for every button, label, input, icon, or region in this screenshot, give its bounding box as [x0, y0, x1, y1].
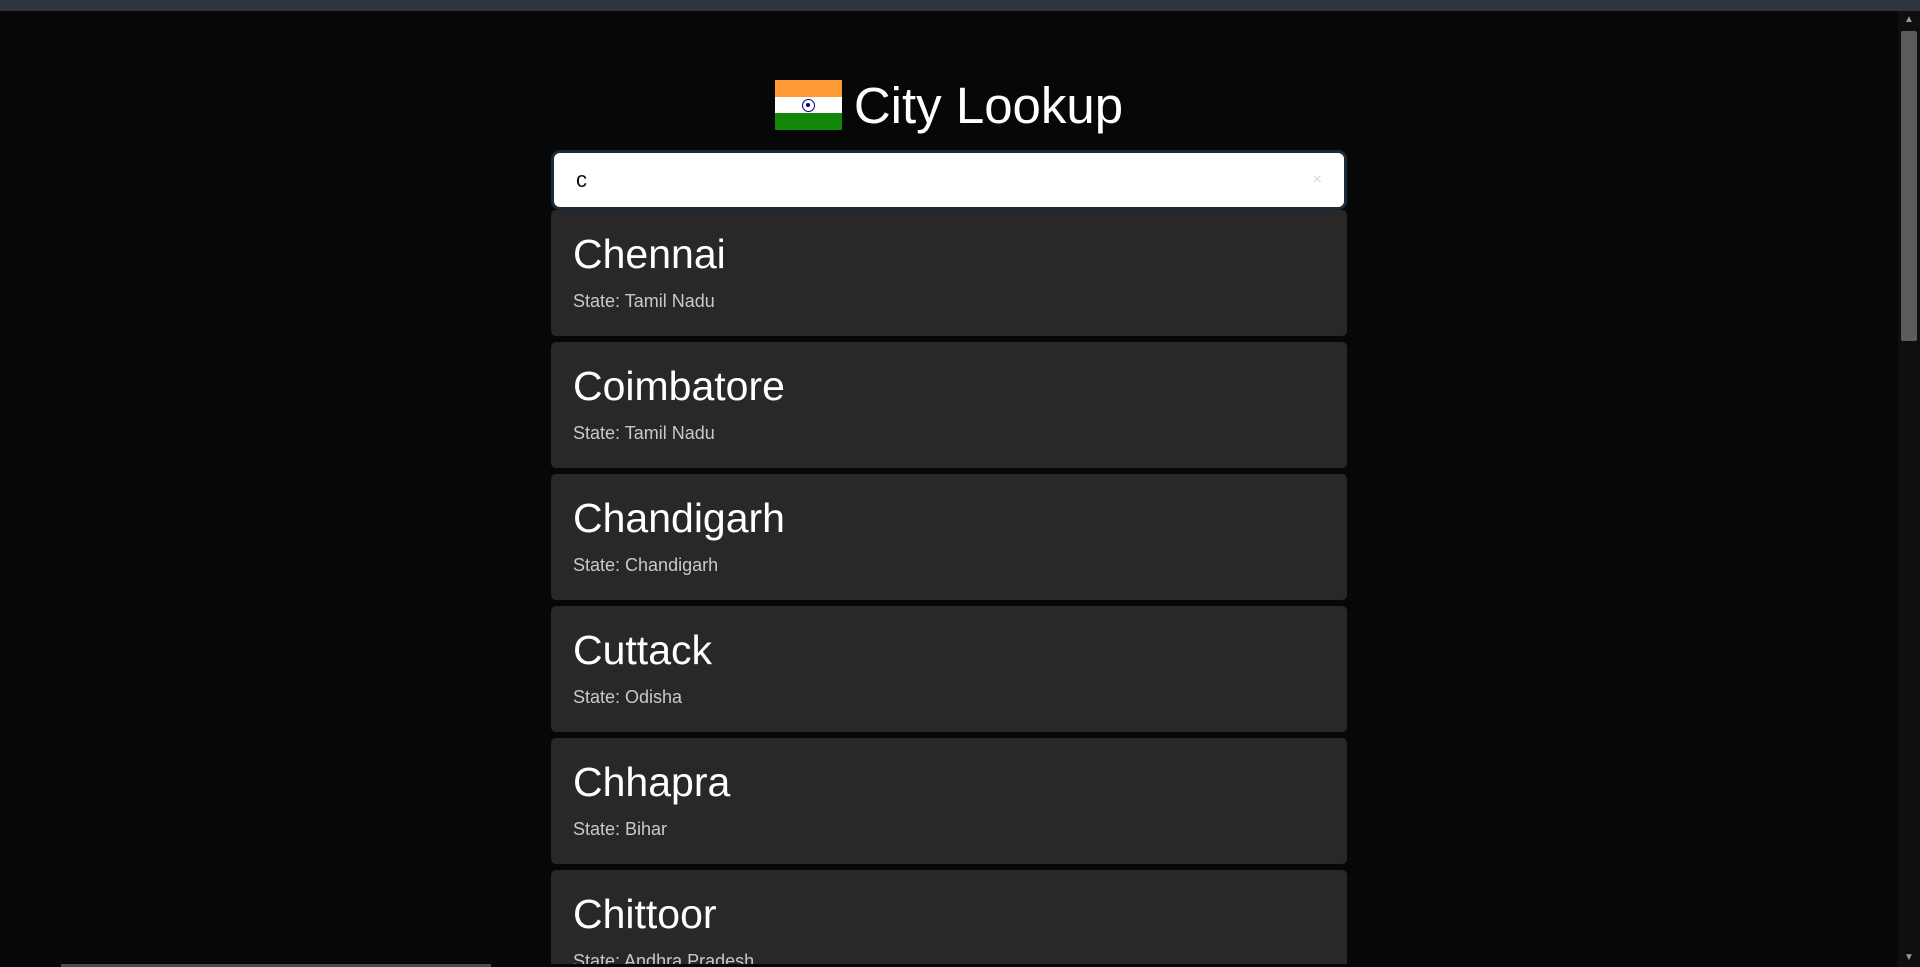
city-result-card[interactable]: Chandigarh State: Chandigarh [551, 474, 1347, 600]
vertical-scrollbar[interactable]: ▲ ▼ [1898, 11, 1920, 967]
city-result-card[interactable]: Chennai State: Tamil Nadu [551, 210, 1347, 336]
city-name: Coimbatore [573, 363, 785, 409]
city-state: State: Tamil Nadu [573, 291, 715, 311]
browser-top-bar [0, 0, 1920, 11]
city-result-card[interactable]: Cuttack State: Odisha [551, 606, 1347, 732]
ashoka-chakra-icon [801, 98, 815, 112]
india-flag-icon [774, 80, 842, 131]
search-box: × [551, 150, 1347, 210]
page-header: City Lookup [551, 74, 1347, 136]
city-name: Chennai [573, 231, 726, 277]
city-name: Chandigarh [573, 495, 785, 541]
city-result-card[interactable]: Coimbatore State: Tamil Nadu [551, 342, 1347, 468]
scroll-up-icon[interactable]: ▲ [1898, 11, 1920, 29]
city-name: Chittoor [573, 891, 717, 937]
city-state: State: Odisha [573, 687, 683, 707]
city-name: Chhapra [573, 759, 731, 805]
flag-saffron-band [774, 80, 842, 97]
city-state: State: Bihar [573, 819, 668, 839]
scroll-thumb[interactable] [1901, 31, 1917, 341]
search-input[interactable] [554, 153, 1344, 207]
clear-icon[interactable]: × [1313, 171, 1322, 189]
page-viewport: City Lookup × ChennaiState: Tamil NaduCo… [0, 11, 1898, 967]
city-result-card[interactable]: Chittoor State: Andhra Pradesh [551, 870, 1347, 967]
flag-green-band [774, 113, 842, 131]
city-state: State: Chandigarh [573, 555, 719, 575]
city-name: Cuttack [573, 627, 712, 673]
city-state: State: Tamil Nadu [573, 423, 715, 443]
flag-white-band [774, 96, 842, 114]
city-result-card[interactable]: Chhapra State: Bihar [551, 738, 1347, 864]
scroll-down-icon[interactable]: ▼ [1898, 949, 1920, 967]
page-title: City Lookup [853, 76, 1124, 134]
